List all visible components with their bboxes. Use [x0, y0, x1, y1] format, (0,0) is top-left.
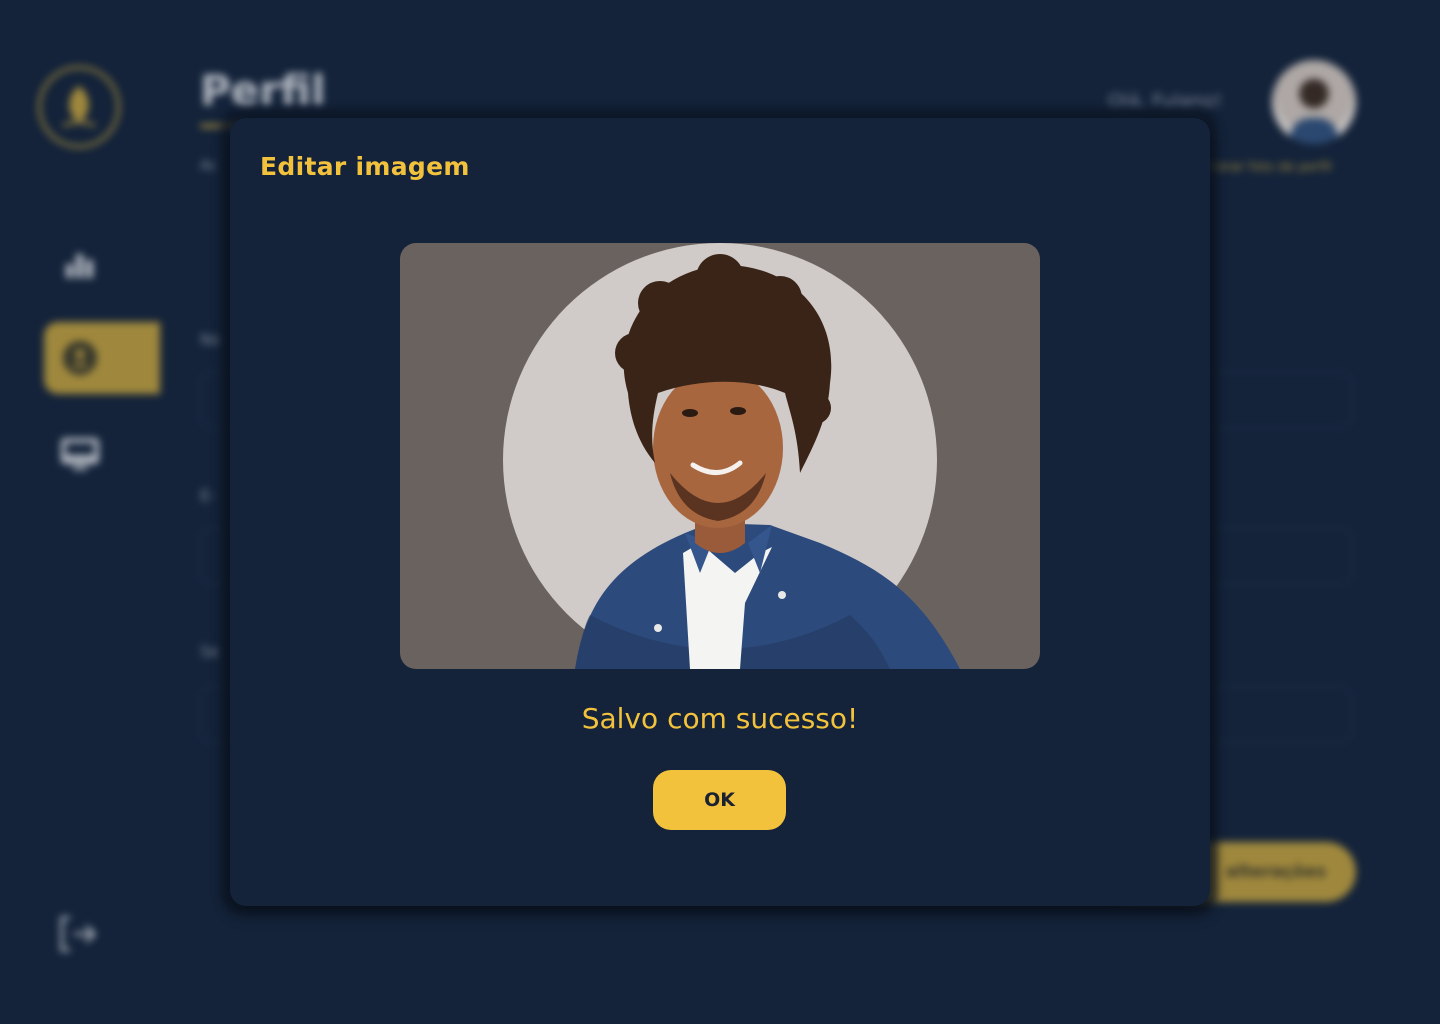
edit-image-modal: Editar imagem Salvo com sucesso! OK: [230, 118, 1210, 906]
avatar[interactable]: [1272, 60, 1356, 144]
field-label-email: E-: [200, 486, 216, 505]
field-label-password: Se: [200, 642, 220, 661]
nav-dashboard[interactable]: [58, 242, 102, 286]
success-message: Salvo com sucesso!: [581, 702, 859, 735]
image-crop-area[interactable]: [400, 243, 1040, 669]
user-icon: [63, 341, 97, 375]
ok-button[interactable]: OK: [653, 770, 786, 830]
page-subtitle: Ac: [200, 158, 218, 174]
monitor-icon: [61, 438, 99, 470]
logout-icon: [60, 916, 97, 952]
profile-photo: [575, 254, 960, 669]
chart-icon: [66, 254, 93, 278]
nav-profile-icon-wrap: [58, 336, 102, 380]
save-changes-label: alterações: [1225, 862, 1326, 882]
modal-title: Editar imagem: [260, 152, 470, 181]
ok-button-label: OK: [704, 789, 735, 811]
logo: [38, 66, 120, 148]
field-label-name: No: [200, 330, 222, 349]
nav-screens[interactable]: [58, 432, 102, 476]
leaf-logo-icon: [62, 86, 96, 128]
change-avatar-link[interactable]: Alterar foto de perfil: [1200, 160, 1332, 175]
logout-button[interactable]: [56, 912, 100, 956]
